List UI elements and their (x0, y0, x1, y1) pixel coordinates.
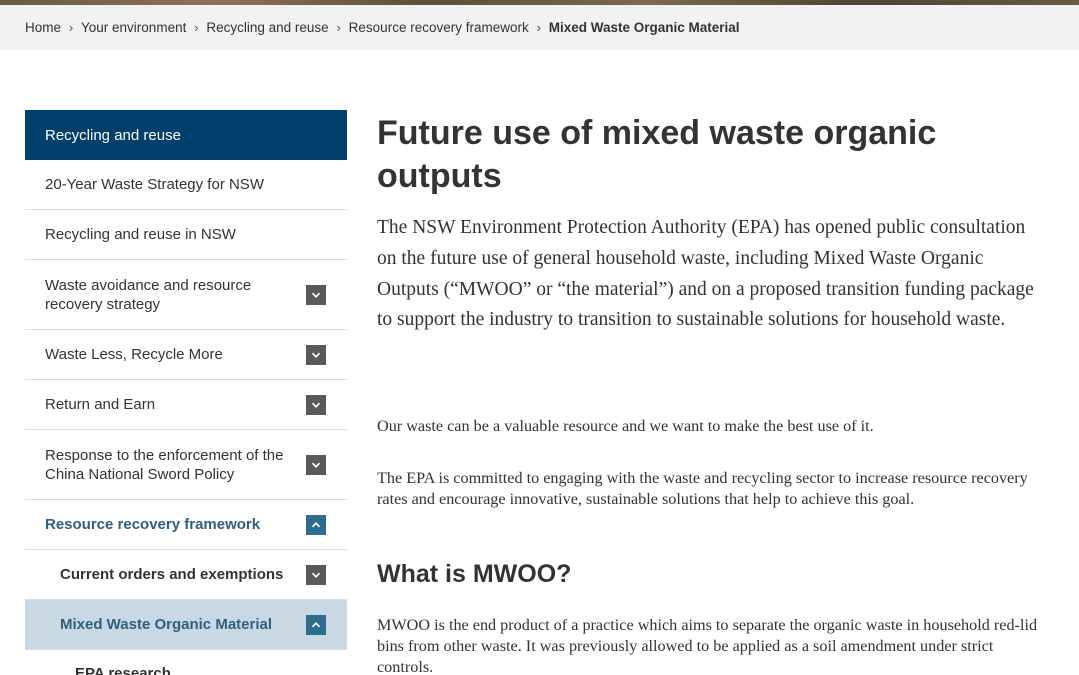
breadcrumb: Home › Your environment › Recycling and … (25, 5, 740, 50)
sidebar-item-china-national-sword-policy[interactable]: Response to the enforcement of the China… (25, 430, 347, 500)
chevron-down-icon[interactable] (306, 394, 326, 415)
sidebar-nav: Recycling and reuse 20-Year Waste Strate… (25, 110, 347, 675)
sidebar-item-recycling-and-reuse-in-nsw[interactable]: Recycling and reuse in NSW (25, 210, 347, 260)
chevron-down-icon[interactable] (306, 454, 326, 475)
chevron-down-icon[interactable] (306, 564, 326, 585)
chevron-right-icon: › (68, 20, 74, 35)
breadcrumb-current-page: Mixed Waste Organic Material (548, 20, 740, 35)
chevron-down-icon[interactable] (306, 284, 326, 305)
sidebar-item-return-and-earn[interactable]: Return and Earn (25, 380, 347, 430)
sidebar-item-20-year-waste-strategy[interactable]: 20-Year Waste Strategy for NSW (25, 160, 347, 210)
sidebar-item-epa-research[interactable]: EPA research (25, 650, 347, 675)
chevron-up-icon[interactable] (306, 614, 326, 635)
sidebar-item-waste-avoidance-strategy[interactable]: Waste avoidance and resource recovery st… (25, 260, 347, 330)
chevron-right-icon: › (536, 20, 541, 35)
sidebar-item-label: Return and Earn (45, 396, 156, 413)
chevron-right-icon: › (194, 20, 199, 35)
sidebar-item-label: Response to the enforcement of the China… (45, 446, 284, 483)
breadcrumb-link-home[interactable]: Home (25, 20, 61, 35)
page-title: Future use of mixed waste organic output… (377, 114, 937, 195)
sidebar-item-current-orders-and-exemptions[interactable]: Current orders and exemptions (25, 550, 347, 600)
sidebar-item-label: 20-Year Waste Strategy for NSW (45, 176, 264, 193)
intro-paragraph: The NSW Environment Protection Authority… (377, 217, 1034, 331)
chevron-right-icon: › (336, 20, 341, 35)
sidebar-item-resource-recovery-framework[interactable]: Resource recovery framework (25, 500, 347, 550)
section-heading-what-is-mwoo: What is MWOO? (377, 560, 572, 588)
breadcrumb-bar: Home › Your environment › Recycling and … (0, 5, 1079, 50)
sidebar-item-waste-less-recycle-more[interactable]: Waste Less, Recycle More (25, 330, 347, 380)
breadcrumb-link-your-environment[interactable]: Your environment (81, 20, 186, 35)
chevron-down-icon[interactable] (306, 344, 326, 365)
sidebar-item-label: Waste avoidance and resource recovery st… (45, 276, 252, 313)
body-paragraph: Our waste can be a valuable resource and… (377, 417, 874, 435)
body-paragraph: MWOO is the end product of a practice wh… (377, 616, 1038, 675)
breadcrumb-link-resource-recovery-framework[interactable]: Resource recovery framework (349, 20, 529, 35)
sidebar-item-label: EPA research (75, 665, 171, 675)
sidebar-item-label: Resource recovery framework (45, 516, 261, 533)
chevron-up-icon[interactable] (306, 514, 326, 535)
body-paragraph: The EPA is committed to engaging with th… (377, 469, 1028, 508)
breadcrumb-link-recycling-and-reuse[interactable]: Recycling and reuse (206, 20, 328, 35)
sidebar-item-label: Mixed Waste Organic Material (60, 616, 273, 633)
sidebar-item-mixed-waste-organic-material[interactable]: Mixed Waste Organic Material (25, 600, 347, 650)
sidebar-item-label: Recycling and reuse in NSW (45, 226, 236, 243)
sidebar-item-label: Current orders and exemptions (60, 566, 284, 583)
sidebar-heading-recycling-and-reuse[interactable]: Recycling and reuse (25, 110, 347, 160)
sidebar-item-label: Waste Less, Recycle More (45, 346, 223, 363)
main-content: Future use of mixed waste organic output… (377, 112, 1047, 675)
